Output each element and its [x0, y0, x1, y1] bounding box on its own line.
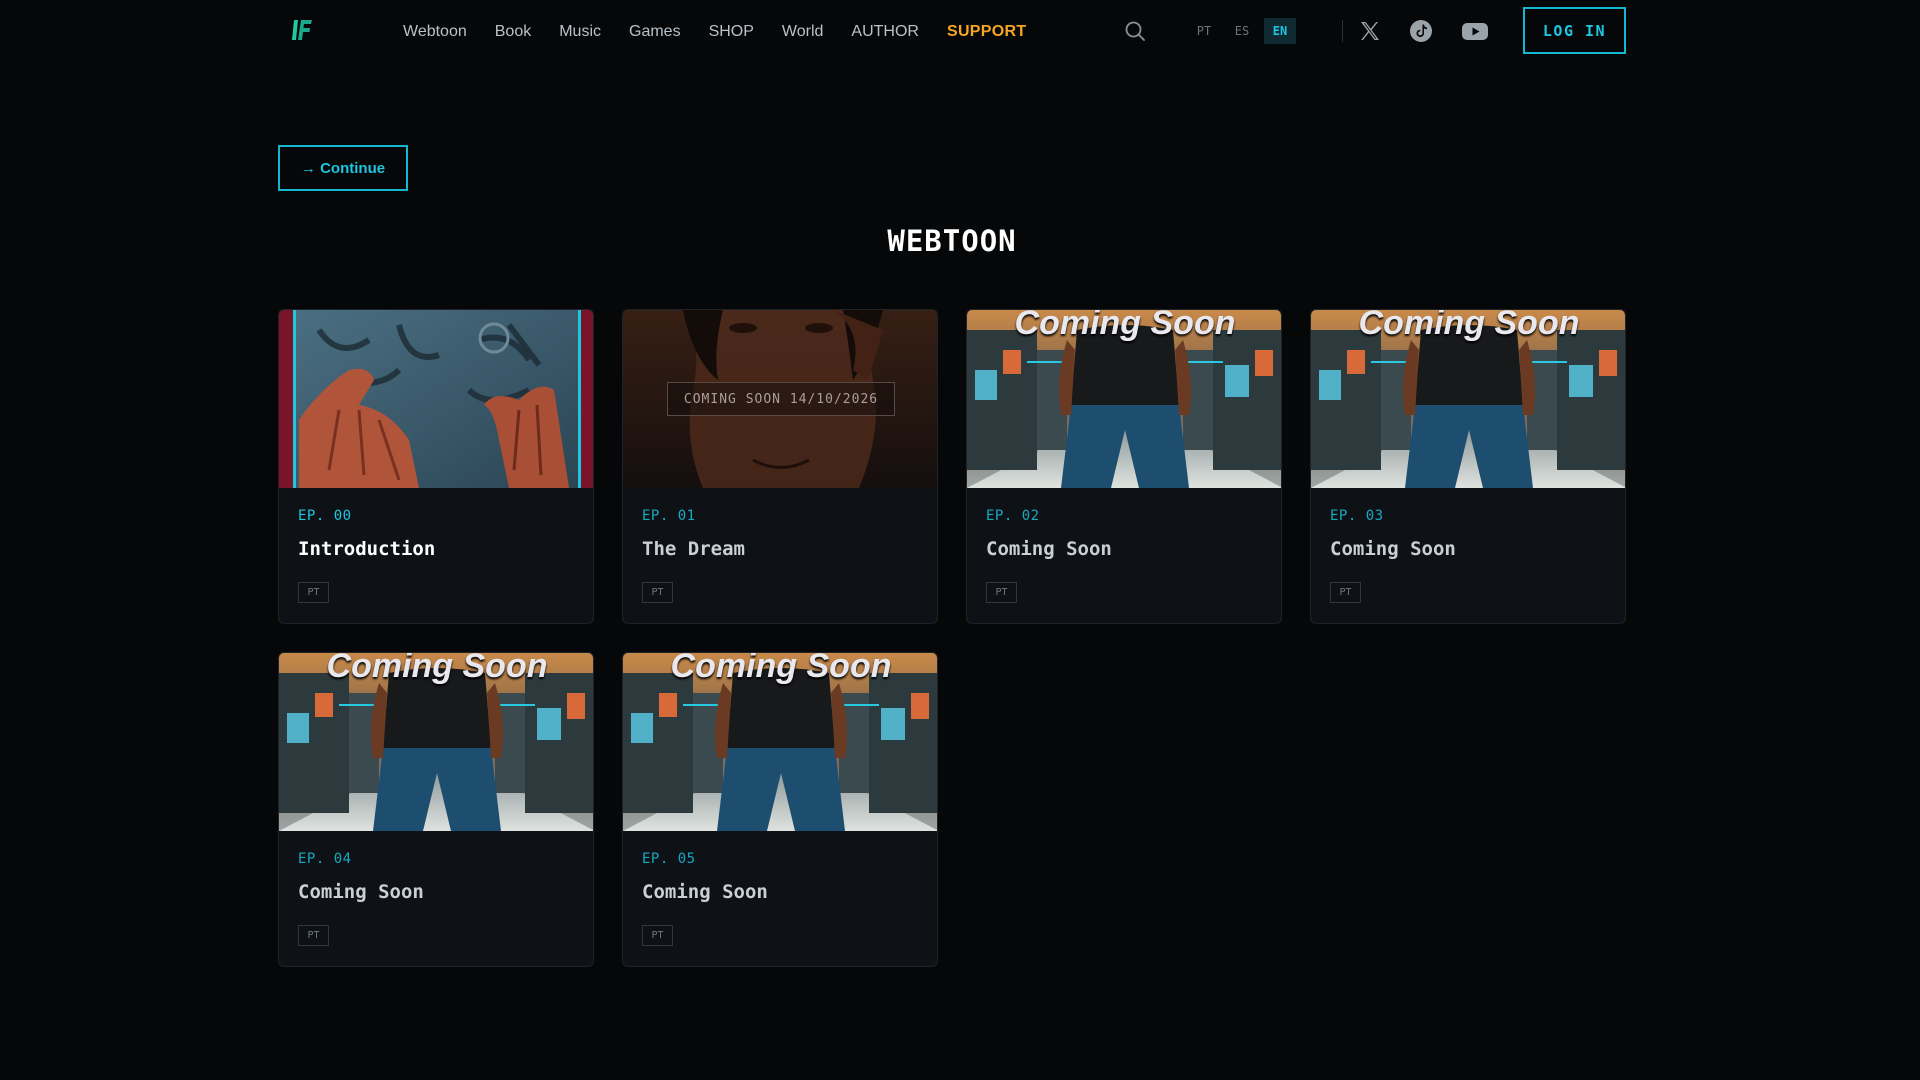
search-icon[interactable] — [1124, 20, 1146, 42]
nav-link-music[interactable]: Music — [559, 23, 601, 41]
language-tag: PT — [298, 582, 329, 603]
episode-number: EP. 02 — [986, 508, 1040, 524]
tiktok-icon[interactable] — [1409, 19, 1433, 43]
youtube-icon[interactable] — [1461, 19, 1489, 43]
thumbnail-caption: Coming Soon — [1014, 310, 1236, 342]
episode-title: The Dream — [642, 538, 745, 560]
lang-es[interactable]: ES — [1226, 18, 1258, 44]
language-tag: PT — [298, 925, 329, 946]
logo-icon[interactable] — [290, 16, 314, 44]
episode-thumbnail — [279, 310, 593, 488]
language-tag: PT — [1330, 582, 1361, 603]
nav-link-webtoon[interactable]: Webtoon — [403, 23, 467, 41]
episode-title: Coming Soon — [986, 538, 1112, 560]
episode-card[interactable]: COMING SOON 14/10/2026 EP. 01 The Dream … — [622, 309, 938, 624]
episode-number: EP. 04 — [298, 851, 352, 867]
episode-card[interactable]: Coming Soon EP. 05 Coming Soon PT — [622, 652, 938, 967]
episode-card[interactable]: EP. 00 Introduction PT — [278, 309, 594, 624]
episode-thumbnail: Coming Soon — [1311, 310, 1625, 488]
nav-links: Webtoon Book Music Games SHOP World AUTH… — [403, 20, 1054, 44]
nav-link-support[interactable]: SUPPORT — [947, 23, 1026, 41]
coming-soon-badge: COMING SOON 14/10/2026 — [667, 382, 895, 416]
episode-card[interactable]: Coming Soon EP. 04 Coming Soon PT — [278, 652, 594, 967]
language-switcher: PT ES EN — [1188, 18, 1296, 44]
thumbnail-caption: Coming Soon — [670, 653, 892, 685]
continue-button[interactable]: → Continue — [278, 145, 408, 191]
nav-link-games[interactable]: Games — [629, 23, 681, 41]
episode-thumbnail: Coming Soon — [623, 653, 937, 831]
episode-thumbnail: Coming Soon — [967, 310, 1281, 488]
language-tag: PT — [986, 582, 1017, 603]
lang-pt[interactable]: PT — [1188, 18, 1220, 44]
language-tag: PT — [642, 582, 673, 603]
episode-number: EP. 05 — [642, 851, 696, 867]
thumbnail-caption: Coming Soon — [326, 653, 548, 685]
nav-link-book[interactable]: Book — [495, 23, 531, 41]
episode-thumbnail: COMING SOON 14/10/2026 — [623, 310, 937, 488]
nav-link-shop[interactable]: SHOP — [709, 23, 754, 41]
episode-card[interactable]: Coming Soon EP. 03 Coming Soon PT — [1310, 309, 1626, 624]
nav-link-author[interactable]: AUTHOR — [851, 23, 919, 41]
episode-title: Coming Soon — [642, 881, 768, 903]
login-button[interactable]: LOG IN — [1523, 7, 1626, 54]
episode-thumbnail: Coming Soon — [279, 653, 593, 831]
episode-card[interactable]: Coming Soon EP. 02 Coming Soon PT — [966, 309, 1282, 624]
episode-grid: EP. 00 Introduction PT COMING SOON 14/10… — [278, 309, 1627, 967]
page-title: WEBTOON — [887, 224, 1017, 258]
x-icon[interactable] — [1358, 19, 1382, 43]
episode-title: Coming Soon — [298, 881, 424, 903]
episode-number: EP. 01 — [642, 508, 696, 524]
language-tag: PT — [642, 925, 673, 946]
episode-number: EP. 00 — [298, 508, 352, 524]
lang-en[interactable]: EN — [1264, 18, 1296, 44]
episode-title: Introduction — [298, 538, 436, 560]
thumbnail-caption: Coming Soon — [1358, 310, 1580, 342]
nav-divider — [1342, 20, 1343, 42]
episode-number: EP. 03 — [1330, 508, 1384, 524]
nav-link-world[interactable]: World — [782, 23, 824, 41]
top-nav: Webtoon Book Music Games SHOP World AUTH… — [0, 0, 1920, 64]
episode-title: Coming Soon — [1330, 538, 1456, 560]
